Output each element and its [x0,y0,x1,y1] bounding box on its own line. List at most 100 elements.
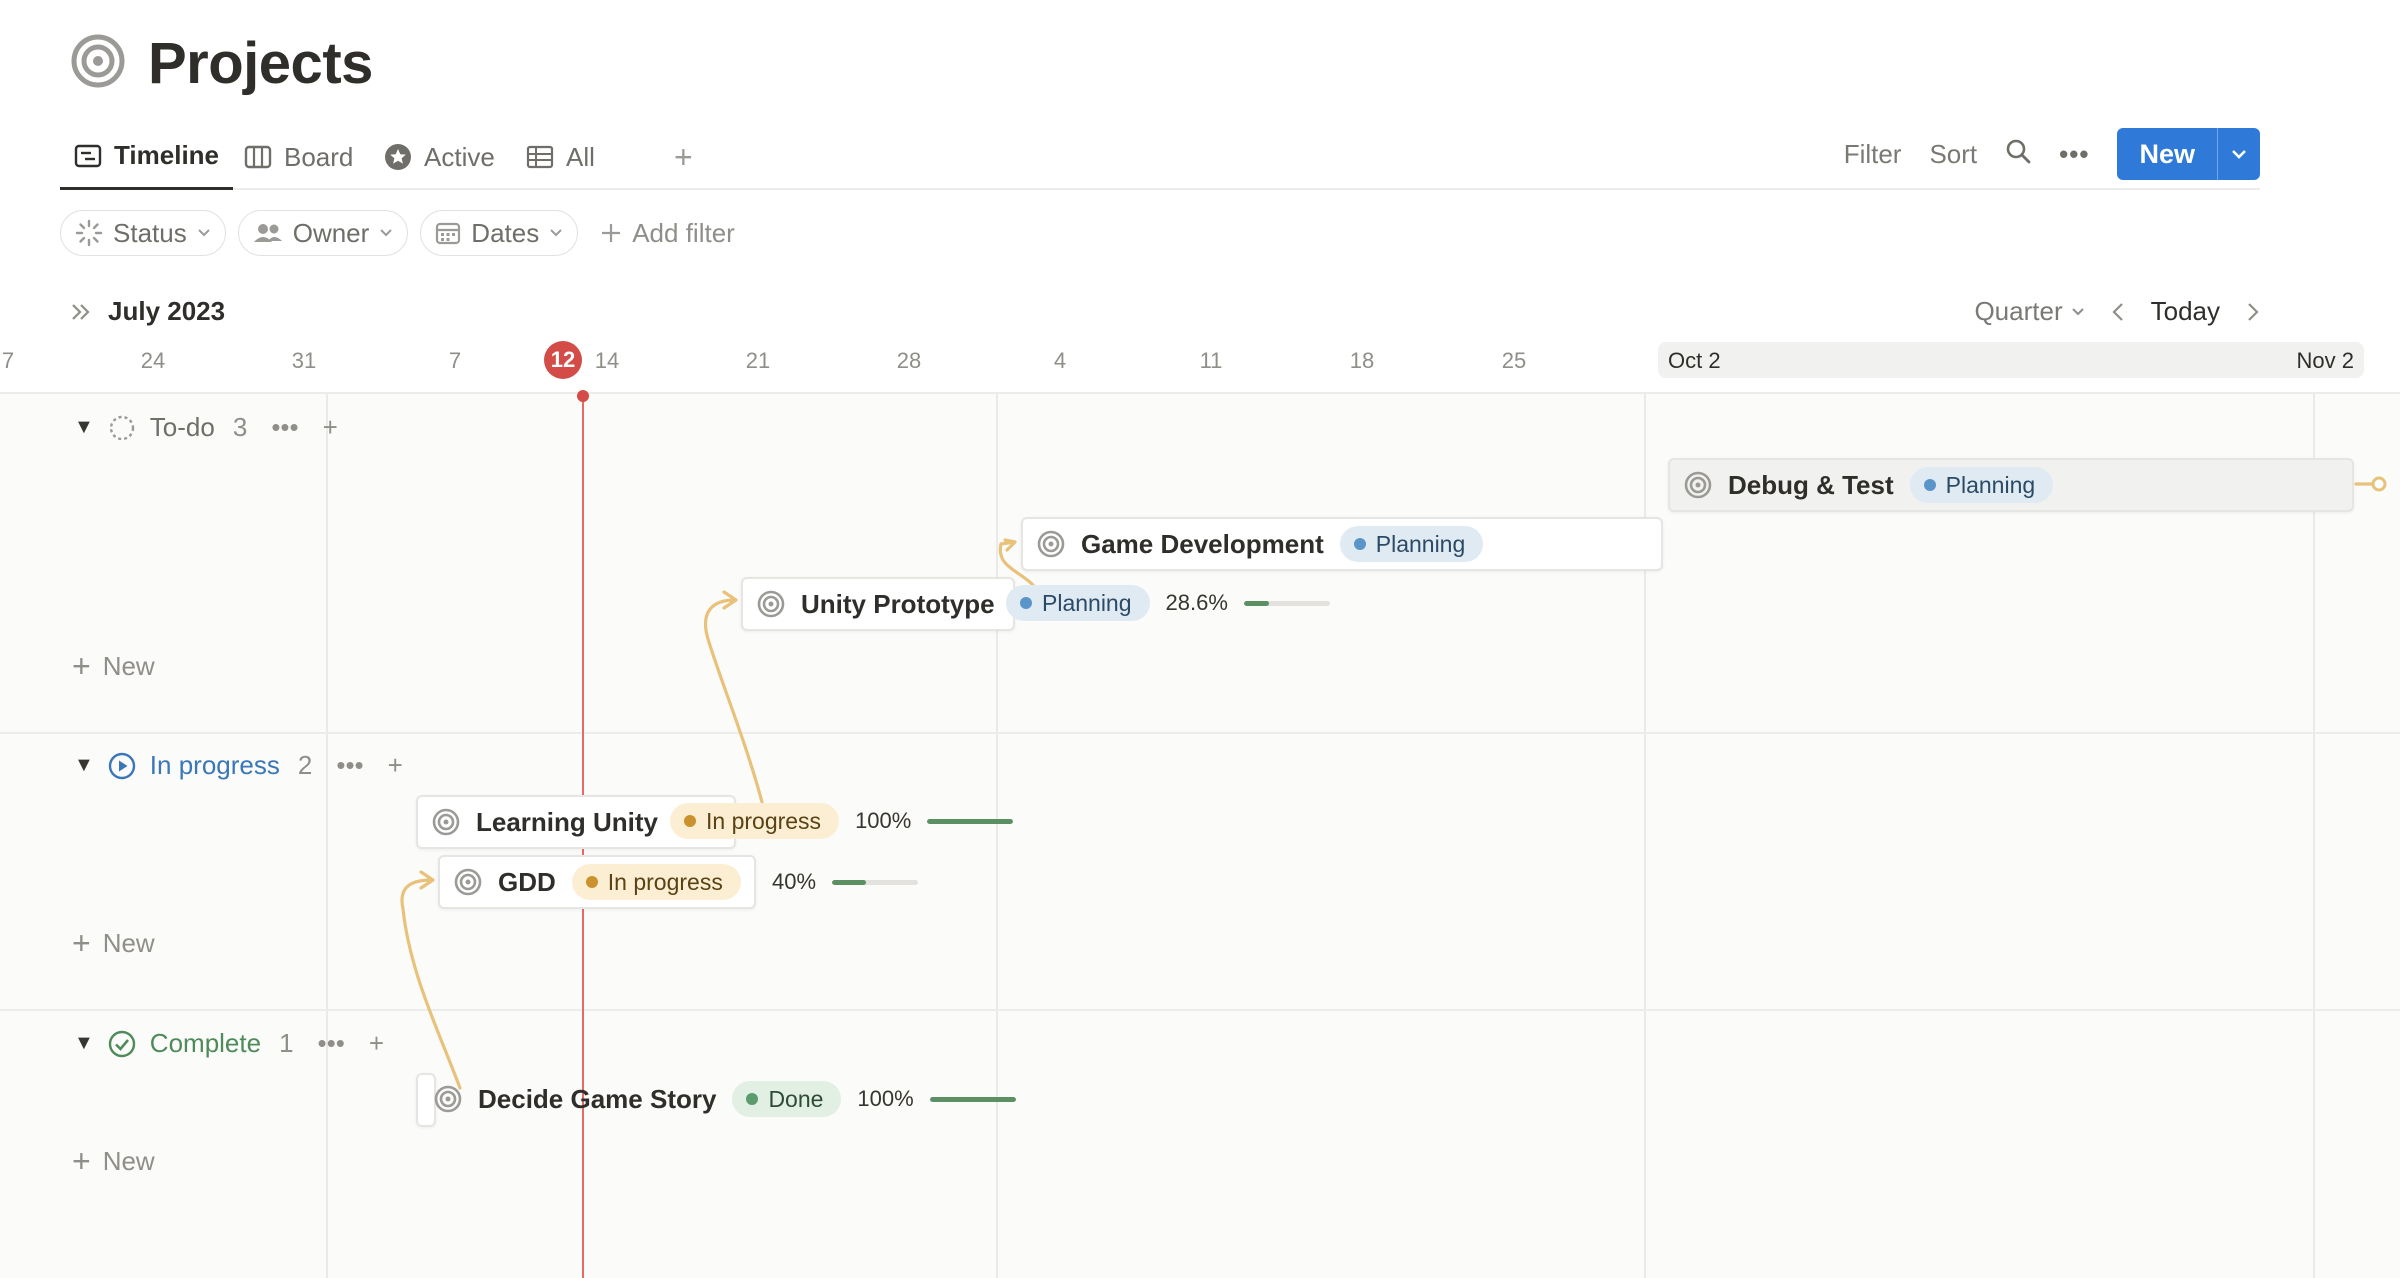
double-chevron-right-icon[interactable] [70,302,92,322]
learning-unity-progress: In progress 100% [670,803,1014,839]
tab-label: Active [424,141,495,172]
tab-timeline[interactable]: Timeline [60,124,234,190]
filter-bar: Status Owner Dates Add filter [60,210,735,256]
status-badge: Planning [1006,585,1150,621]
progress-label: 40% [772,869,817,894]
page-header: Projects [70,30,373,97]
progress-fill [1243,600,1269,606]
chevron-left-icon[interactable] [2111,301,2125,323]
target-icon [757,590,785,618]
timeline-card-unity-prototype[interactable]: Unity Prototype [741,577,1015,631]
more-icon[interactable]: ••• [2059,139,2089,170]
plus-icon: + [674,138,693,175]
table-icon [526,145,554,169]
progress-label: 28.6% [1165,590,1228,615]
month-label: July 2023 [108,296,226,326]
status-badge: In progress [571,864,741,900]
progress-label: 100% [855,808,912,833]
status-dot [585,876,598,888]
card-title: GDD [498,866,556,897]
date-label: 14 [594,348,620,373]
chevron-down-icon [550,229,562,237]
target-icon [454,868,482,896]
dates-filter-label: Dates [471,217,540,248]
status-label: In progress [607,868,723,895]
today-marker[interactable]: 12 [544,341,582,379]
card-title: Game Development [1081,528,1324,559]
status-dot [1020,597,1032,609]
progress-bar [927,818,1014,824]
tab-active[interactable]: Active [370,124,509,190]
owner-filter-label: Owner [292,217,370,248]
tab-all[interactable]: All [512,124,609,190]
range-start-label: Oct 2 [1668,348,1721,373]
gdd-progress: 40% [772,869,919,895]
date-range-pill: Oct 2 Nov 2 [1658,342,2364,378]
target-icon [432,808,460,836]
status-filter[interactable]: Status [60,210,226,256]
date-label: 24 [140,348,166,373]
timeline-card-debug-test[interactable]: Debug & Test Planning [1668,458,2354,512]
target-icon [1684,471,1712,499]
timeline-card-game-development[interactable]: Game Development Planning [1021,517,1663,571]
timeline-grid: ▼ To-do 3 ••• + + New ▼ In progress 2 ••… [0,390,2400,1278]
progress-fill [832,879,867,885]
status-label: In progress [706,807,822,834]
sort-button[interactable]: Sort [1929,139,1977,170]
scale-select[interactable]: Quarter [1974,296,2084,327]
tab-label: Board [284,141,354,172]
status-label: Planning [1945,471,2036,498]
status-label: Done [768,1085,824,1112]
status-dot [746,1093,759,1105]
people-icon [253,224,282,242]
chevron-down-icon[interactable] [2218,128,2260,180]
card-title: Learning Unity [476,806,659,837]
status-dot [1353,538,1366,550]
date-label: 25 [1501,348,1527,373]
chevron-down-icon [2071,307,2084,315]
card-title: Decide Game Story [478,1083,717,1114]
progress-bar [929,1096,1016,1102]
star-badge-icon [385,144,411,170]
new-button-label[interactable]: New [2117,128,2218,180]
add-view-button[interactable]: + [660,124,707,190]
status-badge: Planning [1909,467,2054,503]
board-icon [244,145,272,169]
plus-icon [602,224,621,242]
target-icon [1037,530,1065,558]
timeline-controls: Quarter Today [1974,296,2260,327]
owner-filter[interactable]: Owner [237,210,409,256]
status-dot [684,815,696,827]
decide-game-story-label: Decide Game Story Done 100% [434,1081,1016,1117]
tab-label: Timeline [114,140,220,170]
target-icon[interactable] [70,33,126,94]
status-badge: Planning [1339,526,1484,562]
timeline-month: July 2023 [70,296,225,327]
card-title: Debug & Test [1728,469,1894,500]
scale-label: Quarter [1974,296,2063,326]
timeline-card-decide-game-story[interactable] [416,1073,436,1127]
chevron-right-icon[interactable] [2246,301,2260,323]
status-label: Planning [1042,589,1132,616]
view-toolbar: Filter Sort ••• New [1844,128,2260,180]
date-label: 31 [291,348,317,373]
tab-board[interactable]: Board [230,124,367,190]
timeline-dates: 7 24 31 7 14 21 28 4 11 18 25 Oct 2 Nov … [0,340,2400,382]
dates-filter[interactable]: Dates [420,210,579,256]
date-label: 11 [1199,348,1223,373]
add-filter-button[interactable]: Add filter [600,218,735,249]
card-title: Unity Prototype [801,588,995,619]
filter-button[interactable]: Filter [1844,139,1902,170]
loading-icon [75,219,103,247]
range-end-label: Nov 2 [2296,348,2354,373]
progress-label: 100% [857,1086,914,1111]
today-button[interactable]: Today [2151,296,2220,327]
add-filter-label: Add filter [632,217,735,248]
timeline-card-gdd[interactable]: GDD In progress [438,855,756,909]
chevron-down-icon [198,229,210,237]
tab-label: All [566,141,595,172]
search-icon[interactable] [2005,138,2031,171]
new-button[interactable]: New [2117,128,2260,180]
page-title[interactable]: Projects [148,30,373,97]
status-badge: In progress [670,803,840,839]
